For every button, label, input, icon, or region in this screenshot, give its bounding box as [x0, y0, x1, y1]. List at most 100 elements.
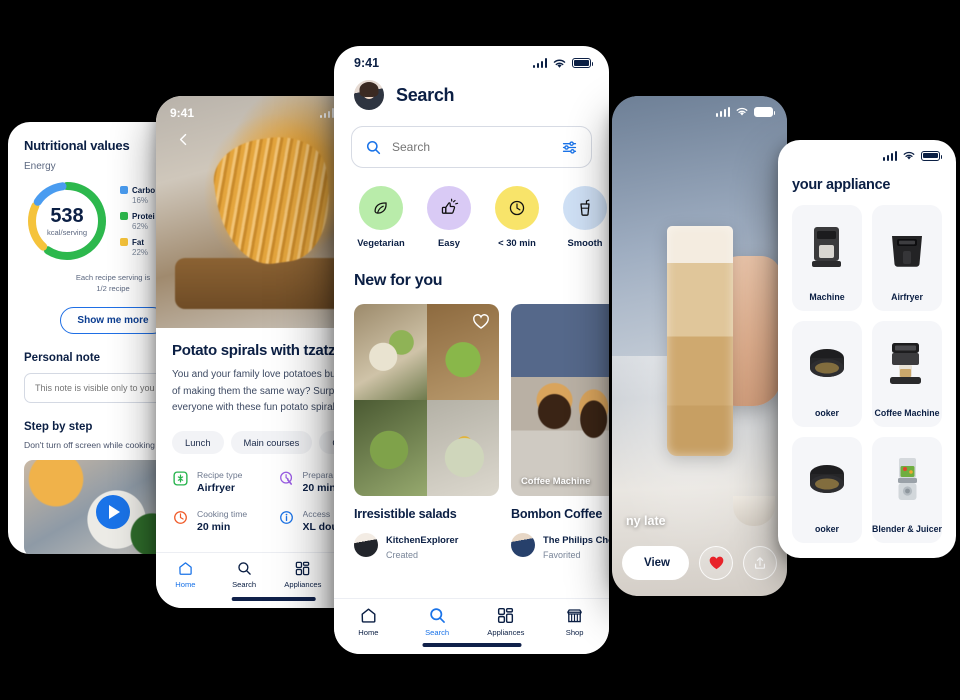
leaf-icon	[359, 186, 403, 230]
legend-pct-fat: 22%	[132, 247, 149, 257]
filter-vegetarian[interactable]: Vegetarian	[354, 186, 408, 248]
latte-glass-decor	[666, 226, 733, 456]
author-avatar	[354, 533, 378, 557]
author-status: Created	[386, 550, 419, 560]
clock-icon	[495, 186, 539, 230]
tab-label: Appliances	[487, 628, 525, 637]
appliance-cell-coffee-machine-2[interactable]: Coffee Machine	[872, 321, 942, 427]
nutrition-donut-chart: 538 kcal/serving	[24, 178, 110, 264]
salad-photo-4	[426, 400, 499, 496]
appliance-cell-airfryer[interactable]: Airfryer	[872, 205, 942, 311]
legend-item: Protei 62%	[120, 212, 155, 231]
battery-icon	[921, 150, 943, 161]
coffee-status-bar	[612, 96, 787, 117]
phone-appliances-screen: your appliance Machine Airfryer ooker Co…	[778, 140, 956, 558]
filter-smoothie[interactable]: Smooth	[558, 186, 609, 248]
author-name: KitchenExplorer	[386, 534, 459, 545]
like-button[interactable]	[699, 546, 733, 580]
tab-home[interactable]: Home	[334, 606, 403, 637]
appliance-label: Airfryer	[891, 292, 923, 302]
cooker-icon	[792, 321, 862, 408]
airfryer-icon	[173, 470, 188, 486]
filter-under-30-min[interactable]: < 30 min	[490, 186, 544, 248]
play-icon[interactable]	[96, 494, 130, 529]
filter-label: Vegetarian	[357, 237, 405, 248]
home-icon	[361, 608, 376, 623]
tab-home[interactable]: Home	[156, 560, 215, 589]
smoothie-icon	[563, 186, 607, 230]
tab-appliances[interactable]: Appliances	[274, 560, 333, 589]
wifi-icon	[736, 107, 748, 116]
meta-value: Airfryer	[197, 481, 235, 494]
info-icon	[279, 510, 293, 524]
avatar[interactable]	[354, 80, 384, 110]
appliance-cell-cooker-1[interactable]: ooker	[792, 321, 862, 427]
favorite-heart-icon[interactable]	[472, 313, 490, 335]
chip-lunch[interactable]: Lunch	[172, 430, 224, 454]
appliances-icon	[296, 561, 310, 576]
search-input[interactable]	[392, 140, 551, 154]
filter-label: Smooth	[567, 237, 603, 248]
chip-main-courses[interactable]: Main courses	[230, 430, 313, 454]
search-header: Search	[334, 72, 609, 110]
meta-label: Access	[302, 508, 331, 519]
tab-label: Home	[358, 628, 379, 637]
phone-coffee-screen: ny late View	[612, 96, 787, 596]
tab-appliances[interactable]: Appliances	[472, 606, 541, 637]
coffee-caption: ny late	[626, 514, 666, 528]
appliance-label: Coffee Machine	[874, 408, 940, 418]
tab-search[interactable]: Search	[215, 560, 274, 589]
footnote-line-1: Each recipe serving is	[75, 273, 151, 282]
search-bar[interactable]	[351, 126, 592, 168]
card-author: KitchenExplorer Created	[354, 530, 499, 560]
phone-search-screen: 9:41 Search Search Vegetarian Easy < 30 …	[334, 46, 609, 654]
coffee-machine-icon	[872, 321, 942, 408]
prep-time-icon	[279, 471, 292, 485]
filter-label: Easy	[438, 237, 460, 248]
salad-photo-1	[354, 304, 427, 400]
signal-icon	[319, 108, 334, 118]
legend-label-protein: Protei	[132, 211, 155, 221]
card-bombon-coffee[interactable]: Coffee Machine Bombon Coffee The Philips…	[511, 304, 609, 560]
filter-easy[interactable]: Easy	[422, 186, 476, 248]
meta-value: 20 min	[302, 481, 336, 494]
card-irresistible-salads[interactable]: Irresistible salads KitchenExplorer Crea…	[354, 304, 499, 560]
legend-label-carbs: Carbo	[132, 185, 156, 195]
share-button[interactable]	[743, 546, 777, 580]
appliance-cell-cooker-2[interactable]: ooker	[792, 437, 862, 543]
view-button[interactable]: View	[622, 546, 689, 580]
thumbs-up-icon	[427, 186, 471, 230]
tab-search[interactable]: Search	[403, 606, 472, 637]
tab-label: Shop	[565, 628, 584, 637]
recipe-card-list: Irresistible salads KitchenExplorer Crea…	[334, 290, 609, 560]
home-indicator	[231, 597, 316, 601]
tab-shop[interactable]: Shop	[540, 606, 609, 637]
tab-label: Search	[425, 628, 450, 637]
search-status-bar: 9:41	[334, 46, 609, 72]
back-button[interactable]	[170, 126, 196, 152]
appliance-cell-blender-juicer[interactable]: Blender & Juicer	[872, 437, 942, 543]
appliance-label: Blender & Juicer	[872, 524, 942, 534]
kcal-value: 538	[50, 204, 84, 227]
shop-icon	[567, 609, 582, 623]
cooker-icon	[792, 437, 862, 524]
filter-sliders-icon[interactable]	[561, 139, 578, 156]
appliances-title: your appliance	[792, 177, 891, 193]
tab-label: Appliances	[284, 580, 322, 589]
battery-icon	[572, 58, 594, 68]
meta-label: Recipe type	[197, 469, 243, 480]
show-me-more-button[interactable]: Show me more	[60, 306, 166, 334]
meta-recipe-type: Recipe type Airfryer	[172, 470, 270, 494]
card-image-tag: Coffee Machine	[521, 475, 591, 486]
appliances-icon	[498, 607, 514, 624]
meta-value: 20 min	[197, 520, 231, 533]
meta-cooking-time: Cooking time 20 min	[172, 509, 270, 533]
meta-label: Cooking time	[197, 508, 248, 519]
footnote-line-2: 1/2 recipe	[96, 284, 130, 294]
appliance-cell-coffee-machine-1[interactable]: Machine	[792, 205, 862, 311]
home-icon	[179, 562, 192, 575]
section-title-new-for-you: New for you	[354, 272, 443, 289]
search-icon	[429, 608, 445, 623]
status-time: 9:41	[354, 56, 380, 70]
legend-item: Fat 22%	[120, 238, 155, 257]
